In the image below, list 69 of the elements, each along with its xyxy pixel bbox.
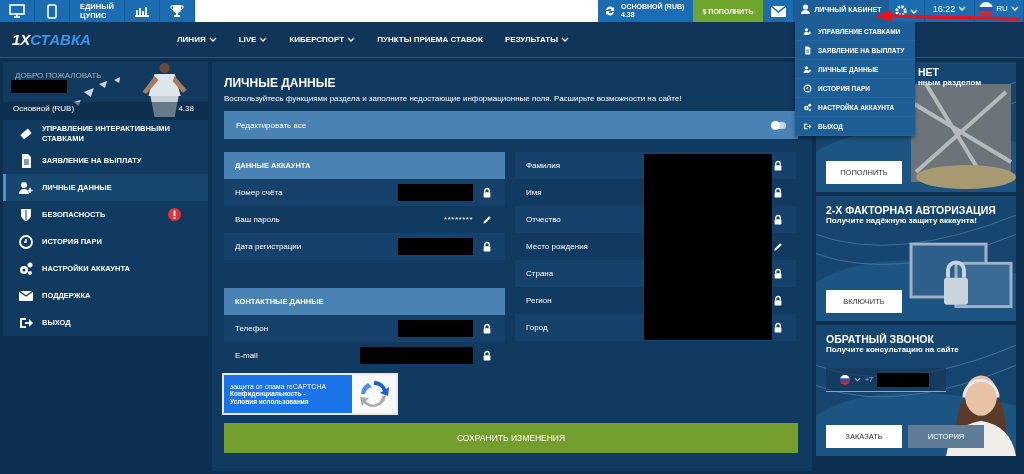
- banner-title: ОБРАТНЫЙ ЗВОНОК: [826, 333, 935, 345]
- nav-link[interactable]: РЕЗУЛЬТАТЫ: [504, 35, 570, 44]
- banner-subtitle: Получите консультацию на сайте: [826, 345, 960, 354]
- lock-icon: [481, 239, 493, 254]
- redaction-block: [877, 372, 929, 387]
- lock-icon: [481, 348, 493, 363]
- field-label: Место рождения: [526, 242, 589, 251]
- page-subtitle: Воспользуйтесь функциями раздела и заполните недостающие информационные поля. Расширьте возможности на сайте!: [224, 94, 683, 103]
- chevron-icon: [1010, 6, 1019, 11]
- exit-icon: [803, 121, 812, 131]
- gear-icon: [803, 102, 812, 112]
- field-label: Фамилия: [526, 161, 561, 170]
- banner-title: НЕТ: [918, 66, 940, 78]
- nav-link[interactable]: КИБЕРСПОРТ: [289, 35, 356, 44]
- mobile-icon[interactable]: [35, 0, 70, 22]
- field-label: Телефон: [235, 324, 270, 333]
- chart-icon[interactable]: [125, 0, 160, 22]
- toggle-switch[interactable]: [772, 121, 786, 129]
- lock-icon: [772, 320, 784, 335]
- gear-icon: [18, 260, 34, 277]
- field-label: Регион: [526, 296, 553, 305]
- nav-link[interactable]: ЛИНИЯ: [177, 35, 217, 44]
- refresh-icon: [604, 5, 616, 17]
- clock-icon: [803, 83, 812, 93]
- lock-icon: [772, 293, 784, 308]
- user-icon: [18, 179, 34, 196]
- user-icon: [803, 26, 812, 36]
- field-label: Ваш пароль: [235, 215, 281, 224]
- field-label: E-mail: [235, 351, 259, 360]
- field-label: Город: [526, 323, 549, 332]
- field-value: ********: [444, 215, 473, 224]
- document-icon: [803, 45, 812, 55]
- logo[interactable]: 1XСТАВКА: [0, 31, 177, 48]
- lock-icon: [772, 212, 784, 227]
- clock-icon: [18, 233, 34, 250]
- lock-icon: [481, 185, 493, 200]
- field-label: Дата регистрации: [235, 242, 303, 251]
- account-balance: 4.38: [178, 104, 194, 113]
- field-label: Имя: [526, 188, 543, 197]
- page-title: ЛИЧНЫЕ ДАННЫЕ: [224, 76, 337, 90]
- field-label: Номер счёта: [235, 188, 284, 197]
- banner-title: 2-Х ФАКТОРНАЯ АВТОРИЗАЦИЯ: [826, 204, 997, 216]
- shield-icon: [18, 206, 34, 223]
- settings-icon: [895, 5, 907, 17]
- user-icon: [803, 64, 812, 74]
- welcome-text: ДОБРО ПОЖАЛОВАТЬ: [14, 70, 103, 80]
- flag-icon: [840, 374, 850, 385]
- mail-icon[interactable]: [763, 0, 794, 22]
- edit-all-label: Редактировать все: [236, 120, 307, 130]
- chevron-icon: [854, 377, 861, 382]
- trophy-icon[interactable]: [160, 0, 195, 22]
- banner-subtitle: нным разделом: [918, 78, 982, 87]
- recaptcha-logo-icon: [358, 378, 390, 410]
- lock-icon: [772, 185, 784, 200]
- lock-icon: [481, 321, 493, 336]
- lock-icon: [772, 158, 784, 173]
- chevron-icon: [958, 6, 967, 11]
- desktop-icon[interactable]: [0, 0, 35, 22]
- flag-icon: [979, 1, 994, 16]
- chevron-icon: [910, 8, 918, 14]
- banner-subtitle: Получите надёжную защиту аккаунта!: [826, 216, 978, 225]
- lock-icon: [772, 266, 784, 281]
- user-icon: [801, 4, 811, 14]
- nav-link[interactable]: LIVE: [238, 35, 268, 44]
- nav-link[interactable]: ПУНКТЫ ПРИЕМА СТАВОК: [377, 35, 483, 44]
- field-label: Страна: [526, 269, 555, 278]
- redaction-block: [11, 80, 67, 93]
- field-label: Отчество: [526, 215, 562, 224]
- account-name: Основной (RUB): [13, 104, 75, 113]
